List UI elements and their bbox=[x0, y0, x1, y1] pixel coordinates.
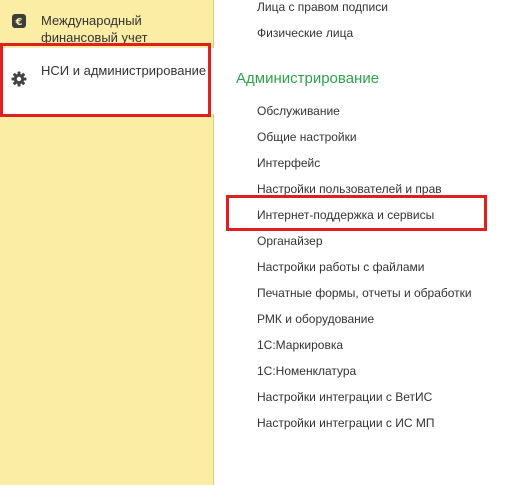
link-file-settings[interactable]: Настройки работы с файлами bbox=[257, 260, 424, 274]
sidebar-item-label: НСИ и администрирование bbox=[41, 63, 207, 78]
link-general-settings[interactable]: Общие настройки bbox=[257, 130, 357, 144]
link-nomenclature[interactable]: 1С:Номенклатура bbox=[257, 364, 356, 378]
euro-icon: € bbox=[12, 14, 26, 28]
sidebar-item-nsi-admin[interactable]: НСИ и администрирование bbox=[0, 48, 214, 114]
link-marking[interactable]: 1С:Маркировка bbox=[257, 338, 343, 352]
link-signatories[interactable]: Лица с правом подписи bbox=[257, 0, 388, 14]
gear-icon bbox=[11, 71, 27, 87]
link-organizer[interactable]: Органайзер bbox=[257, 234, 323, 248]
link-maintenance[interactable]: Обслуживание bbox=[257, 104, 340, 118]
main-panel: Лица с правом подписи Физические лица Ад… bbox=[214, 0, 515, 485]
app-window: € Международный финансовый учет НСИ и ад… bbox=[0, 0, 515, 485]
link-individuals[interactable]: Физические лица bbox=[257, 26, 353, 40]
link-interface[interactable]: Интерфейс bbox=[257, 156, 320, 170]
link-user-settings[interactable]: Настройки пользователей и прав bbox=[257, 182, 442, 196]
link-ismp-integration[interactable]: Настройки интеграции с ИС МП bbox=[257, 416, 434, 430]
link-print-forms[interactable]: Печатные формы, отчеты и обработки bbox=[257, 286, 472, 300]
link-vetis-integration[interactable]: Настройки интеграции с ВетИС bbox=[257, 390, 432, 404]
link-internet-support[interactable]: Интернет-поддержка и сервисы bbox=[257, 208, 434, 222]
sidebar: € Международный финансовый учет НСИ и ад… bbox=[0, 0, 214, 485]
svg-text:€: € bbox=[15, 17, 23, 28]
section-title: Администрирование bbox=[236, 70, 380, 87]
sidebar-item-international-finance[interactable]: € Международный финансовый учет bbox=[0, 12, 214, 48]
sidebar-item-label: Международный финансовый учет bbox=[41, 13, 148, 45]
link-pos-equipment[interactable]: РМК и оборудование bbox=[257, 312, 374, 326]
